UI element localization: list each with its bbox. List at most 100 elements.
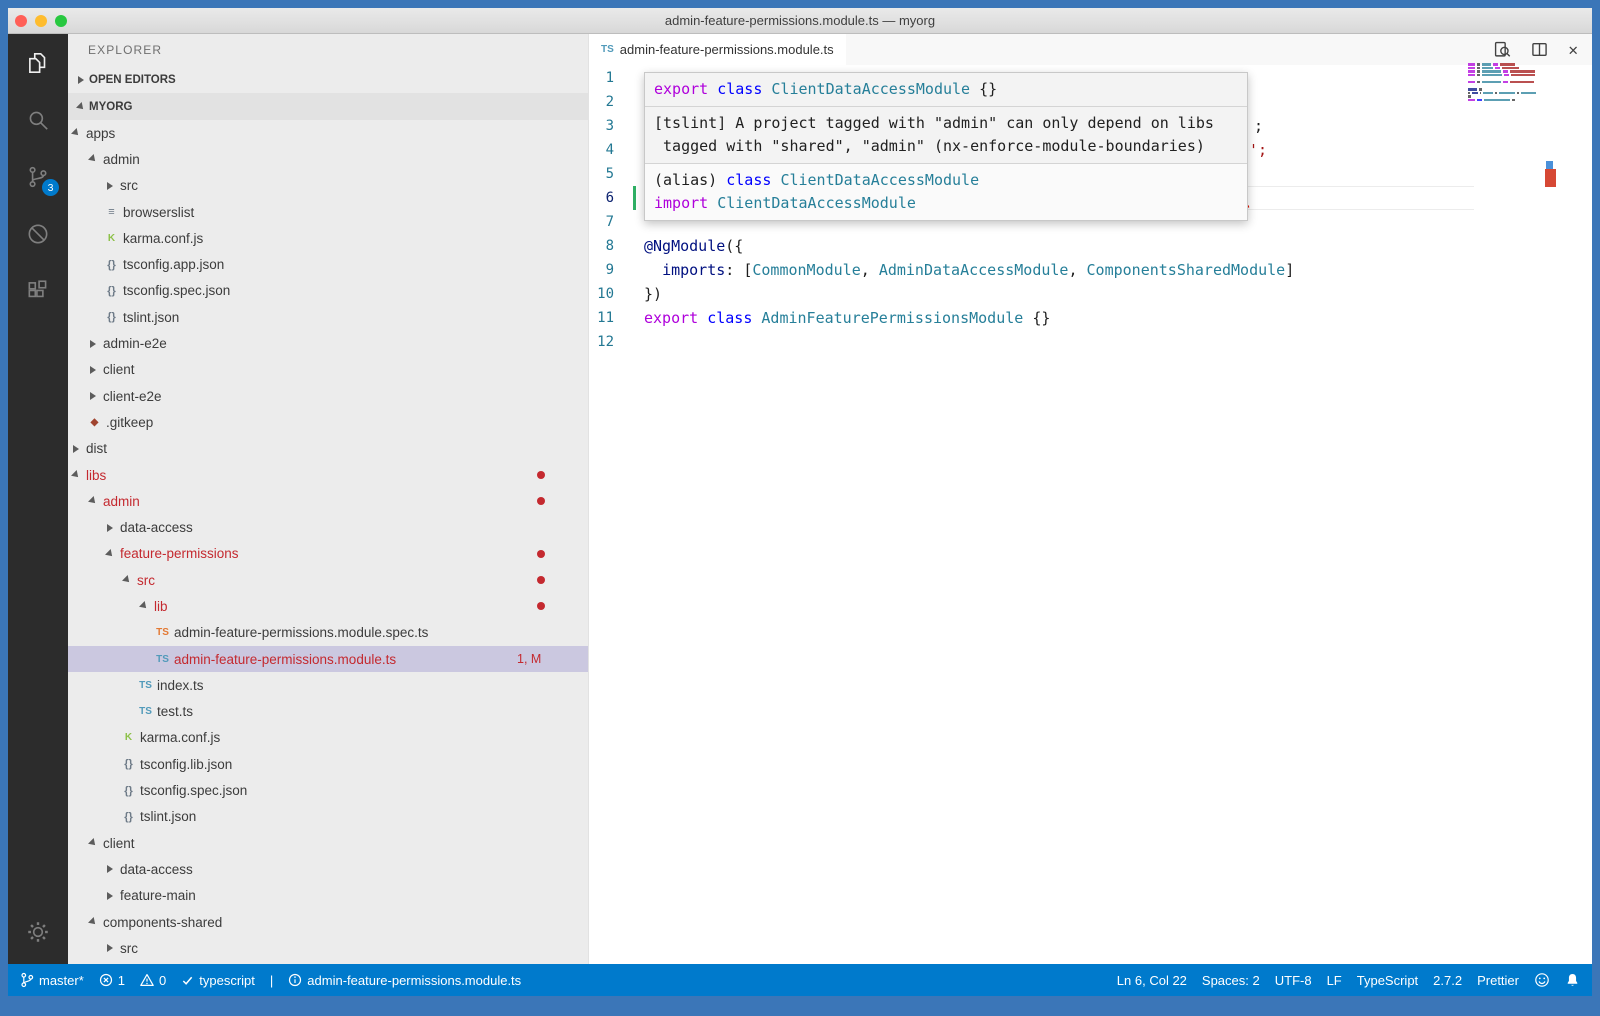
code-line-8[interactable]: 8@NgModule({ [589, 234, 1592, 258]
folder-client-e2e[interactable]: client-e2e [68, 383, 588, 409]
status-error-count[interactable]: 1 [99, 973, 125, 988]
covered-code-fragment: ; [1254, 114, 1263, 138]
line-number: 4 [589, 138, 614, 162]
close-window-button[interactable] [15, 15, 27, 27]
tree-item-label: src [137, 573, 155, 588]
debug-icon[interactable] [8, 205, 68, 262]
code-line-9[interactable]: 9 imports: [CommonModule, AdminDataAcces… [589, 258, 1592, 282]
file-admin-feature-permissions.module.ts[interactable]: TSadmin-feature-permissions.module.ts1, … [68, 646, 588, 672]
file-tsconfig.app.json[interactable]: {}tsconfig.app.json [68, 251, 588, 277]
explorer-sidebar: EXPLORER OPEN EDITORS MYORG appsadminsrc… [68, 34, 588, 964]
close-editor-icon[interactable]: ✕ [1568, 42, 1578, 58]
minimize-window-button[interactable] [35, 15, 47, 27]
status-separator: | [270, 973, 273, 988]
status-warning-count[interactable]: 0 [140, 973, 166, 988]
status-label: LF [1327, 973, 1342, 988]
status-prettier[interactable]: Prettier [1477, 973, 1519, 988]
folder-client[interactable]: client [68, 357, 588, 383]
chevron-collapsed-icon [102, 178, 118, 194]
file-tsconfig.spec.json[interactable]: {}tsconfig.spec.json [68, 278, 588, 304]
code-line-12[interactable]: 12 [589, 330, 1592, 354]
folder-components-shared[interactable]: components-shared [68, 909, 588, 935]
chevron-collapsed-icon [102, 940, 118, 956]
status-ts-version[interactable]: 2.7.2 [1433, 973, 1462, 988]
file-.gitkeep[interactable]: ◆.gitkeep [68, 409, 588, 435]
chevron-expanded-icon [68, 125, 84, 141]
tree-item-label: karma.conf.js [140, 730, 220, 745]
gutter-change-marker [633, 186, 636, 210]
chevron-collapsed-icon [102, 888, 118, 904]
status-encoding[interactable]: UTF-8 [1275, 973, 1312, 988]
status-cursor-position[interactable]: Ln 6, Col 22 [1117, 973, 1187, 988]
line-number: 11 [589, 306, 614, 330]
status-eol[interactable]: LF [1327, 973, 1342, 988]
status-language-mode[interactable]: TypeScript [1357, 973, 1418, 988]
chevron-expanded-icon [102, 546, 118, 562]
code-line-11[interactable]: 11export class AdminFeaturePermissionsMo… [589, 306, 1592, 330]
status-git-branch[interactable]: master* [20, 972, 84, 988]
line-content: @NgModule({ [614, 234, 743, 258]
status-notifications[interactable] [1565, 972, 1580, 988]
file-tsconfig.spec.json[interactable]: {}tsconfig.spec.json [68, 777, 588, 803]
status-label: master* [39, 973, 84, 988]
file-browserslist[interactable]: ≡browserslist [68, 199, 588, 225]
explorer-icon[interactable] [8, 34, 68, 91]
status-label: 2.7.2 [1433, 973, 1462, 988]
folder-libs[interactable]: libs [68, 462, 588, 488]
extensions-icon[interactable] [8, 262, 68, 319]
folder-feature-permissions[interactable]: feature-permissions [68, 541, 588, 567]
status-label: | [270, 973, 273, 988]
workspace-section[interactable]: MYORG [68, 93, 588, 120]
status-active-file-problems[interactable]: admin-feature-permissions.module.ts [288, 973, 521, 988]
folder-client[interactable]: client [68, 830, 588, 856]
line-content [614, 90, 644, 114]
file-test.ts[interactable]: TStest.ts [68, 699, 588, 725]
file-tslint.json[interactable]: {}tslint.json [68, 304, 588, 330]
folder-src[interactable]: src [68, 173, 588, 199]
line-content: export class AdminFeaturePermissionsModu… [614, 306, 1050, 330]
status-feedback[interactable] [1534, 972, 1550, 988]
open-editors-section[interactable]: OPEN EDITORS [68, 66, 588, 93]
folder-admin[interactable]: admin [68, 146, 588, 172]
status-indentation[interactable]: Spaces: 2 [1202, 973, 1260, 988]
file-karma.conf.js[interactable]: Kkarma.conf.js [68, 225, 588, 251]
file-tslint.json[interactable]: {}tslint.json [68, 804, 588, 830]
status-typescript-status[interactable]: typescript [181, 973, 255, 988]
source-control-icon[interactable]: 3 [8, 148, 68, 205]
line-content: }) [614, 282, 662, 306]
folder-admin-e2e[interactable]: admin-e2e [68, 330, 588, 356]
split-editor-icon[interactable] [1531, 41, 1548, 58]
karma-file-icon: K [102, 233, 121, 244]
minimap[interactable] [1468, 63, 1536, 106]
settings-gear-icon[interactable] [8, 900, 68, 964]
file-index.ts[interactable]: TSindex.ts [68, 672, 588, 698]
tree-item-label: client [103, 362, 135, 377]
zoom-window-button[interactable] [55, 15, 67, 27]
tree-item-label: client-e2e [103, 389, 162, 404]
file-admin-feature-permissions.module.spec.ts[interactable]: TSadmin-feature-permissions.module.spec.… [68, 620, 588, 646]
folder-apps[interactable]: apps [68, 120, 588, 146]
search-icon[interactable] [8, 91, 68, 148]
file-tsconfig.lib.json[interactable]: {}tsconfig.lib.json [68, 751, 588, 777]
folder-lib[interactable]: lib [68, 593, 588, 619]
hover-tooltip: export class ClientDataAccessModule {} [… [644, 72, 1248, 221]
folder-admin[interactable]: admin [68, 488, 588, 514]
folder-dist[interactable]: dist [68, 436, 588, 462]
folder-data-access[interactable]: data-access [68, 856, 588, 882]
code-line-10[interactable]: 10}) [589, 282, 1592, 306]
folder-src[interactable]: src [68, 567, 588, 593]
folder-data-access[interactable]: data-access [68, 514, 588, 540]
status-label: 0 [159, 973, 166, 988]
editor-actions: ✕ [1494, 34, 1578, 65]
braces-file-icon: {} [102, 285, 121, 297]
status-label: UTF-8 [1275, 973, 1312, 988]
branch-icon [20, 972, 34, 988]
file-karma.conf.js[interactable]: Kkarma.conf.js [68, 725, 588, 751]
tab-active-file[interactable]: TS admin-feature-permissions.module.ts [589, 34, 846, 65]
open-changes-icon[interactable] [1494, 41, 1511, 58]
ts-file-icon: TS [136, 680, 155, 691]
chevron-expanded-icon [85, 151, 101, 167]
folder-feature-main[interactable]: feature-main [68, 883, 588, 909]
folder-src[interactable]: src [68, 935, 588, 961]
line-content [614, 330, 644, 354]
